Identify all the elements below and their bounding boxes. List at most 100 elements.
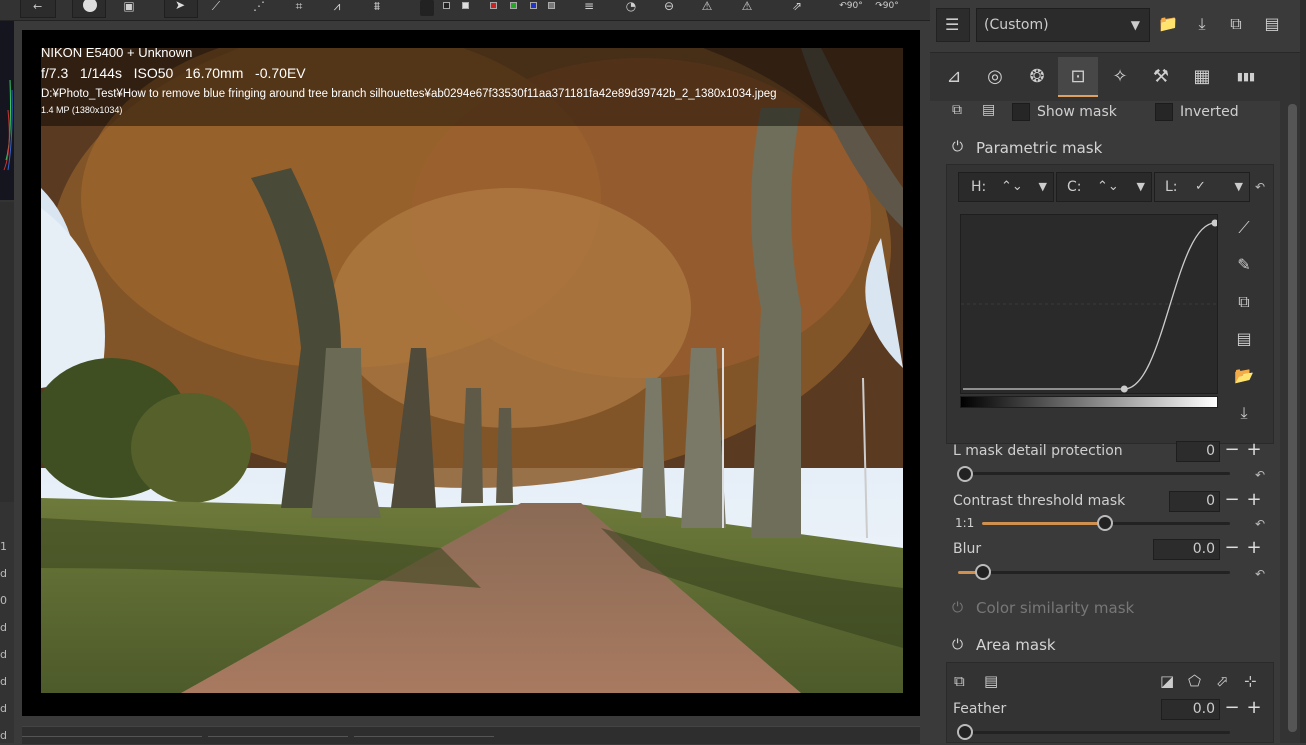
scrollbar-thumb[interactable] — [1288, 104, 1297, 732]
contrast-threshold-slider-knob[interactable] — [1097, 515, 1113, 531]
parametric-mask-title[interactable]: Parametric mask — [976, 139, 1102, 157]
open-curve-icon[interactable]: 📂 — [1230, 362, 1258, 390]
add-rectangle-shape-icon[interactable]: ◪ — [1160, 672, 1174, 690]
focus-mask-icon[interactable]: ≡ — [578, 0, 600, 16]
channel-green-swatch[interactable] — [510, 2, 517, 9]
channel-luminance-swatch[interactable] — [548, 2, 555, 9]
paste-mask-icon[interactable]: ▤ — [982, 102, 995, 118]
area-mask-title[interactable]: Area mask — [976, 636, 1056, 654]
minus-icon[interactable]: − — [1222, 539, 1242, 559]
channel-red-swatch[interactable] — [490, 2, 497, 9]
before-after-icon[interactable]: ▣ — [118, 0, 140, 16]
channel-c-selector[interactable]: C: ⌃⌄ ▼ — [1056, 172, 1152, 202]
power-icon[interactable]: ⏻ — [952, 140, 966, 154]
clipped-highlights-icon[interactable]: ⚠ — [736, 0, 758, 16]
bottom-tab-2[interactable] — [208, 736, 348, 745]
reset-icon[interactable]: ↶ — [1252, 567, 1268, 581]
add-polygon-shape-icon[interactable]: ⬠ — [1188, 672, 1201, 690]
main-toolbar: ← ▣ ➤ ⟋ ⋰ ⌗ ⩘ ⩩ ≡ ◔ ⊖ ⚠ ⚠ ⇗ ↶90° ↷90° — [0, 0, 930, 21]
copy-mask-icon[interactable]: ⧉ — [952, 102, 962, 118]
export-icon[interactable]: ⇗ — [786, 0, 808, 16]
copy-curve-icon[interactable]: ⧉ — [1230, 288, 1258, 316]
tab-advanced[interactable]: ✧ — [1100, 57, 1140, 97]
histogram-icon[interactable]: ⩘ — [326, 0, 348, 16]
plus-icon[interactable]: + — [1244, 539, 1264, 559]
add-gradient-shape-icon[interactable]: ⬀ — [1216, 672, 1229, 690]
perspective-icon[interactable]: ⩩ — [366, 0, 388, 16]
feather-slider-knob[interactable] — [957, 724, 973, 740]
reset-icon[interactable]: ↶ — [1252, 517, 1268, 531]
rotate-right-icon[interactable]: ↷90° — [872, 0, 902, 16]
pencil-icon[interactable]: ✎ — [1230, 251, 1258, 279]
curve-control-point[interactable] — [1120, 385, 1128, 393]
straighten-icon[interactable]: ⋰ — [248, 0, 270, 16]
crop-icon[interactable]: ⌗ — [288, 0, 310, 16]
blur-slider-track[interactable] — [958, 571, 1230, 574]
mask-curve-editor[interactable] — [960, 214, 1219, 394]
minus-icon[interactable]: − — [1222, 699, 1242, 719]
l-mask-detail-slider-knob[interactable] — [957, 466, 973, 482]
save-curve-icon[interactable]: ⤓ — [1230, 399, 1258, 427]
power-icon[interactable]: ⏻ — [952, 601, 966, 615]
plus-icon[interactable]: + — [1244, 441, 1264, 461]
hand-tool-icon[interactable]: ➤ — [164, 0, 198, 18]
show-mask-checkbox[interactable] — [1012, 103, 1030, 121]
profile-list-icon[interactable]: ☰ — [936, 8, 970, 42]
plus-icon[interactable]: + — [1244, 699, 1264, 719]
white-balance-picker-icon[interactable]: ⟋ — [205, 0, 227, 16]
tab-metadata[interactable]: ▮▮▮ — [1226, 57, 1266, 97]
select-shape-icon[interactable]: ⊹ — [1244, 672, 1257, 690]
background-color-toggle[interactable] — [420, 0, 434, 16]
clipped-shadows-icon[interactable]: ⚠ — [696, 0, 718, 16]
soft-proof-icon[interactable]: ◔ — [620, 0, 642, 16]
bg-white-swatch[interactable] — [462, 2, 469, 9]
paste-profile-icon[interactable]: ▤ — [1258, 10, 1286, 38]
l-mask-detail-value[interactable]: 0 — [1176, 441, 1220, 462]
gamut-warning-icon[interactable]: ⊖ — [658, 0, 680, 16]
channel-blue-swatch[interactable] — [530, 2, 537, 9]
tab-local-adjustments[interactable]: ⊡ — [1058, 57, 1098, 97]
plus-icon[interactable]: + — [1244, 491, 1264, 511]
power-icon[interactable]: ⏻ — [952, 638, 966, 652]
open-profile-icon[interactable]: 📁 — [1154, 10, 1182, 38]
blur-slider-knob[interactable] — [975, 564, 991, 580]
curve-control-point[interactable] — [1211, 219, 1219, 227]
info-icon[interactable] — [72, 0, 106, 18]
viewer-bottom-bar — [22, 726, 920, 744]
bg-black-swatch[interactable] — [443, 2, 450, 9]
paste-curve-icon[interactable]: ▤ — [1230, 325, 1258, 353]
copy-area-icon[interactable]: ⧉ — [954, 672, 965, 690]
paste-area-icon[interactable]: ▤ — [984, 672, 998, 690]
tab-exposure[interactable]: ⊿ — [934, 57, 974, 97]
reset-curve-icon[interactable]: ↶ — [1252, 180, 1268, 194]
minus-icon[interactable]: − — [1222, 441, 1242, 461]
file-path: D:¥Photo_Test¥How to remove blue fringin… — [41, 88, 777, 100]
blur-value[interactable]: 0.0 — [1153, 539, 1220, 560]
contrast-threshold-value[interactable]: 0 — [1169, 491, 1220, 512]
save-profile-icon[interactable]: ⤓ — [1188, 10, 1216, 38]
curve-line — [963, 222, 1216, 390]
edit-points-icon[interactable]: ⟋ — [1230, 214, 1258, 242]
tab-detail[interactable]: ◎ — [975, 57, 1015, 97]
photo-preview[interactable]: NIKON E5400 + Unknown f/7.3 1/144s ISO50… — [41, 48, 903, 693]
feather-slider-track[interactable] — [958, 731, 1230, 734]
channel-h-selector[interactable]: H: ⌃⌄ ▼ — [958, 172, 1054, 202]
minus-icon[interactable]: − — [1222, 491, 1242, 511]
tab-transform[interactable]: ⚒ — [1141, 57, 1181, 97]
channel-l-selector[interactable]: L: ✓ ▼ — [1154, 172, 1250, 202]
left-strip-label: 0 — [0, 594, 7, 607]
back-icon[interactable]: ← — [20, 0, 56, 18]
inverted-checkbox[interactable] — [1155, 103, 1173, 121]
reset-icon[interactable]: ↶ — [1252, 468, 1268, 482]
tab-color[interactable]: ❂ — [1017, 57, 1057, 97]
profile-select[interactable]: (Custom) ▼ — [976, 8, 1150, 42]
l-mask-detail-slider-track[interactable] — [958, 472, 1230, 475]
copy-profile-icon[interactable]: ⧉ — [1222, 10, 1250, 38]
bottom-tab-1[interactable] — [22, 736, 202, 745]
rotate-left-icon[interactable]: ↶90° — [836, 0, 866, 16]
feather-value[interactable]: 0.0 — [1161, 699, 1220, 720]
curve-graph — [961, 219, 1219, 393]
tab-raw[interactable]: ▦ — [1182, 57, 1222, 97]
color-similarity-title[interactable]: Color similarity mask — [976, 599, 1134, 617]
bottom-tab-3[interactable] — [354, 736, 494, 745]
